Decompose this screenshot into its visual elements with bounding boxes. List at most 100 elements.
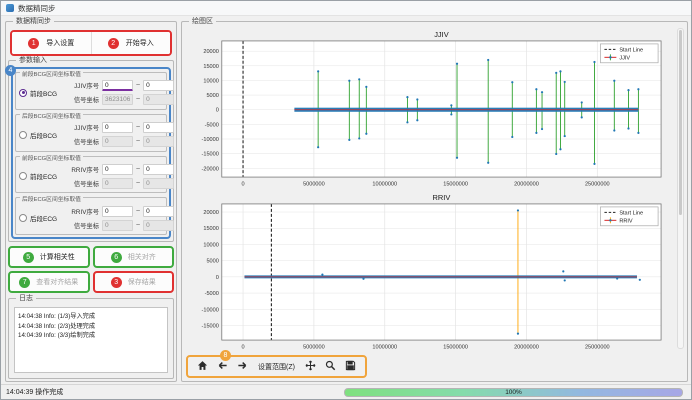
- step-badge-4: 4: [5, 65, 16, 76]
- rear-bcg-radio[interactable]: 后段BCG: [19, 130, 66, 140]
- rriv-index-from-input[interactable]: [102, 206, 133, 217]
- sync-panel-group: 数据精同步 1 导入设置 2 开始导入 参数输入 4: [5, 21, 177, 382]
- plot-vertical-scrollbar[interactable]: [677, 28, 684, 349]
- status-message: 14:04:39 操作完成: [6, 387, 63, 397]
- signal-coord-to-input: [143, 178, 174, 189]
- log-line: 14:04:38 Info: (1/3)导入完成: [18, 312, 164, 322]
- progress-percent: 100%: [505, 389, 522, 396]
- radio-icon[interactable]: [19, 89, 27, 97]
- start-import-button[interactable]: 2 开始导入: [91, 32, 171, 54]
- tilde: ~: [136, 82, 140, 89]
- scrollbar-thumb[interactable]: [679, 30, 682, 215]
- step-badge-3: 3: [111, 277, 122, 288]
- radio-icon[interactable]: [19, 131, 27, 139]
- rriv-chart-canvas[interactable]: 20000150001000050000-5000-10000-15000050…: [188, 192, 673, 353]
- forward-button[interactable]: [236, 360, 249, 373]
- jjiv-index-to-input[interactable]: [143, 80, 174, 91]
- svg-text:10000000: 10000000: [372, 182, 397, 188]
- svg-text:JJIV: JJIV: [434, 30, 449, 39]
- section-title: 后段ECG区间坐标取值: [20, 194, 83, 203]
- section-front-bcg: 前段BCG区间坐标取值 前段BCG JJIV序号 ~: [15, 72, 167, 110]
- svg-text:20000: 20000: [203, 210, 218, 216]
- field-label: RRIV序号: [66, 165, 99, 174]
- svg-text:20000000: 20000000: [514, 182, 539, 188]
- view-align-result-button[interactable]: 7 查看对齐结果: [10, 273, 88, 291]
- field-label: RRIV序号: [66, 207, 99, 216]
- rriv-index-to-input[interactable]: [143, 206, 174, 217]
- pan-icon: [305, 359, 316, 374]
- step-badge-2: 2: [108, 38, 119, 49]
- field-label: 信号坐标: [66, 95, 99, 104]
- set-range-button[interactable]: 设置范围(Z): [256, 362, 297, 372]
- log-group: 日志 14:04:38 Info: (1/3)导入完成 14:04:38 Inf…: [8, 298, 174, 379]
- save-result-label: 保存结果: [128, 277, 156, 287]
- svg-text:10000: 10000: [203, 78, 218, 84]
- log-list[interactable]: 14:04:38 Info: (1/3)导入完成 14:04:38 Info: …: [14, 307, 168, 373]
- svg-text:0: 0: [241, 345, 244, 351]
- svg-text:5000: 5000: [206, 259, 218, 265]
- zoom-button[interactable]: [324, 360, 337, 373]
- view-align-result-box: 7 查看对齐结果: [8, 271, 90, 293]
- correlation-align-label: 相关对齐: [128, 252, 156, 262]
- svg-text:0: 0: [216, 108, 219, 114]
- front-bcg-radio[interactable]: 前段BCG: [19, 88, 66, 98]
- start-import-label: 开始导入: [126, 38, 154, 48]
- svg-text:5000000: 5000000: [303, 182, 325, 188]
- log-group-title: 日志: [16, 294, 36, 303]
- field-label: 信号坐标: [66, 179, 99, 188]
- save-figure-button[interactable]: [344, 360, 357, 373]
- jjiv-index-from-input[interactable]: [102, 80, 133, 91]
- step-badge-8: 8: [220, 350, 231, 361]
- section-rear-ecg: 后段ECG区间坐标取值 后段ECG RRIV序号 ~: [15, 197, 167, 235]
- signal-coord-from-input: [102, 136, 133, 147]
- front-ecg-radio[interactable]: 前段ECG: [19, 171, 66, 181]
- app-icon: [6, 4, 14, 12]
- rear-ecg-radio[interactable]: 后段ECG: [19, 213, 66, 223]
- svg-text:-20000: -20000: [202, 166, 219, 172]
- svg-text:20000: 20000: [203, 49, 218, 55]
- svg-text:0: 0: [241, 182, 244, 188]
- correlation-align-button[interactable]: 6 相关对齐: [95, 248, 173, 266]
- radio-icon[interactable]: [19, 214, 27, 222]
- section-rear-bcg: 后段BCG区间坐标取值 后段BCG JJIV序号 ~: [15, 114, 167, 152]
- svg-text:-15000: -15000: [202, 152, 219, 158]
- action-buttons: 5 计算相关性 6 相关对齐 7 查看对齐结果: [8, 246, 174, 294]
- tilde: ~: [136, 138, 140, 145]
- rriv-plot: 20000150001000050000-5000-10000-15000050…: [188, 192, 673, 353]
- tilde: ~: [136, 222, 140, 229]
- plot-toolbar: 8 设置范围(Z): [186, 355, 367, 378]
- svg-text:Start Line: Start Line: [619, 47, 643, 53]
- radio-label: 后段BCG: [30, 130, 57, 140]
- field-label: 信号坐标: [66, 221, 99, 230]
- rriv-index-from-input[interactable]: [102, 164, 133, 175]
- import-settings-label: 导入设置: [46, 38, 74, 48]
- signal-coord-to-input: [143, 94, 174, 105]
- field-label: JJIV序号: [66, 81, 99, 90]
- svg-text:RRIV: RRIV: [619, 218, 633, 224]
- svg-text:15000000: 15000000: [443, 345, 468, 351]
- save-result-button[interactable]: 3 保存结果: [95, 273, 173, 291]
- signal-coord-to-input: [143, 136, 174, 147]
- step-badge-5: 5: [23, 252, 34, 263]
- import-settings-button[interactable]: 1 导入设置: [12, 32, 91, 54]
- main-area: 数据精同步 1 导入设置 2 开始导入 参数输入 4: [1, 16, 691, 384]
- home-button[interactable]: [196, 360, 209, 373]
- jjiv-chart-canvas[interactable]: 20000150001000050000-5000-10000-15000-20…: [188, 29, 673, 190]
- magnifier-icon: [325, 359, 336, 374]
- save-result-box: 3 保存结果: [93, 271, 175, 293]
- calc-correlation-button[interactable]: 5 计算相关性: [10, 248, 88, 266]
- back-button[interactable]: [216, 360, 229, 373]
- svg-text:25000000: 25000000: [585, 182, 610, 188]
- svg-text:-15000: -15000: [202, 323, 219, 329]
- jjiv-index-from-input[interactable]: [102, 122, 133, 133]
- svg-text:15000: 15000: [203, 64, 218, 70]
- rriv-index-to-input[interactable]: [143, 164, 174, 175]
- log-line: 14:04:39 Info: (3/3)绘制完成: [18, 331, 164, 341]
- svg-text:RRIV: RRIV: [433, 193, 451, 202]
- sync-panel-title: 数据精同步: [13, 17, 54, 26]
- step-badge-1: 1: [28, 38, 39, 49]
- titlebar[interactable]: 数据精同步: [1, 1, 691, 16]
- radio-icon[interactable]: [19, 172, 27, 180]
- jjiv-index-to-input[interactable]: [143, 122, 174, 133]
- pan-button[interactable]: [304, 360, 317, 373]
